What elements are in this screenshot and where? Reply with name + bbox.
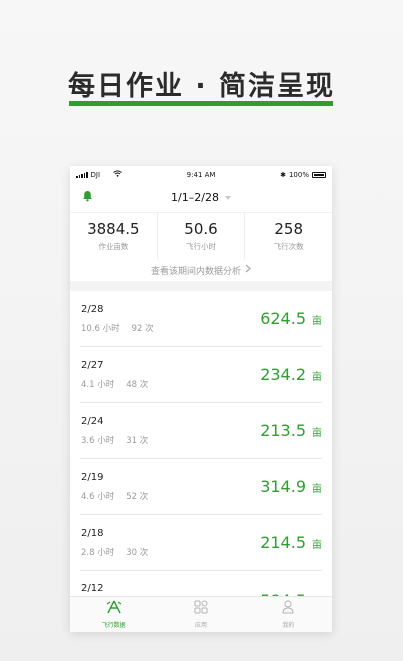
carrier-label: DJI <box>90 170 101 179</box>
promo-title: 每日作业 · 简洁呈现 <box>67 71 336 102</box>
bell-icon[interactable] <box>82 190 93 205</box>
list-item[interactable]: 2/27 4.1 小时 48 次 234.2 亩 <box>80 347 322 403</box>
list-item[interactable]: 2/24 3.6 小时 31 次 213.5 亩 <box>80 403 322 459</box>
record-count: 30 次 <box>126 547 149 558</box>
record-unit: 亩 <box>312 316 322 327</box>
stat-value: 3884.5 <box>87 220 140 238</box>
tab-bar: 飞行数据 应用 我的 <box>70 596 332 632</box>
record-date: 2/28 <box>81 303 104 315</box>
record-date: 2/12 <box>81 583 104 594</box>
record-hours: 4.6 小时 <box>81 491 115 502</box>
promo-underline <box>69 101 333 106</box>
record-count: 48 次 <box>126 379 149 390</box>
record-unit: 亩 <box>312 428 322 439</box>
status-time: 9:41 AM <box>186 170 216 179</box>
battery-percent: 100% <box>288 170 309 179</box>
record-unit: 亩 <box>312 372 322 383</box>
stat-label: 作业亩数 <box>98 242 129 251</box>
record-date: 2/27 <box>81 359 104 371</box>
header: 1/1–2/28 <box>70 183 332 212</box>
battery-icon <box>311 171 326 178</box>
record-area: 214.5 <box>260 533 306 552</box>
record-unit: 亩 <box>312 484 322 495</box>
tab-apps[interactable]: 应用 <box>157 597 244 632</box>
phone-screen: DJI 9:41 AM ✱ 100% 1/1–2/28 3884.5 作业亩数 … <box>70 166 332 632</box>
tab-flight-data[interactable]: 飞行数据 <box>70 597 157 632</box>
record-date: 2/19 <box>81 471 104 483</box>
chevron-right-icon <box>245 264 251 276</box>
stat-hours: 50.6 飞行小时 <box>158 213 246 259</box>
tab-label: 飞行数据 <box>101 622 126 629</box>
record-area: 314.9 <box>260 477 306 496</box>
list-item[interactable]: 2/18 2.8 小时 30 次 214.5 亩 <box>80 515 322 571</box>
analysis-link[interactable]: 查看该期间内数据分析 <box>70 259 332 281</box>
list-item[interactable]: 2/28 10.6 小时 92 次 624.5 亩 <box>80 291 322 347</box>
stat-area: 3884.5 作业亩数 <box>70 213 158 259</box>
summary-stats: 3884.5 作业亩数 50.6 飞行小时 258 飞行次数 <box>70 212 332 259</box>
tab-label: 应用 <box>194 622 207 629</box>
record-hours: 10.6 小时 <box>81 323 120 334</box>
wifi-icon <box>113 170 122 179</box>
apps-grid-icon <box>194 600 208 617</box>
record-area: 624.5 <box>260 309 306 328</box>
signal-icon <box>76 171 88 178</box>
date-range-selector[interactable]: 1/1–2/28 <box>171 191 231 204</box>
drone-data-icon <box>106 600 122 617</box>
status-bar: DJI 9:41 AM ✱ 100% <box>70 166 332 183</box>
list-item[interactable]: 2/19 4.6 小时 52 次 314.9 亩 <box>80 459 322 515</box>
stat-value: 258 <box>274 220 303 238</box>
record-area: 234.2 <box>260 365 306 384</box>
record-unit: 亩 <box>312 540 322 551</box>
record-hours: 2.8 小时 <box>81 547 115 558</box>
record-hours: 3.6 小时 <box>81 435 115 446</box>
record-date: 2/24 <box>81 415 104 427</box>
record-area: 213.5 <box>260 421 306 440</box>
tab-profile[interactable]: 我的 <box>245 597 332 632</box>
section-divider <box>70 281 332 291</box>
chevron-down-icon <box>224 195 231 200</box>
stat-label: 飞行小时 <box>186 242 216 251</box>
record-count: 52 次 <box>126 491 149 502</box>
stat-flights: 258 飞行次数 <box>245 213 332 259</box>
record-hours: 4.1 小时 <box>81 379 115 390</box>
record-date: 2/18 <box>81 527 104 539</box>
stat-label: 飞行次数 <box>273 242 304 251</box>
analysis-link-label: 查看该期间内数据分析 <box>150 266 241 277</box>
daily-records-list: 2/28 10.6 小时 92 次 624.5 亩 2/27 4.1 小时 48 次 … <box>70 291 332 627</box>
profile-icon <box>282 600 294 617</box>
record-count: 31 次 <box>126 435 149 446</box>
date-range-label: 1/1–2/28 <box>171 191 219 204</box>
stat-value: 50.6 <box>184 220 218 238</box>
record-count: 92 次 <box>131 323 154 334</box>
bluetooth-icon: ✱ <box>280 170 286 179</box>
tab-label: 我的 <box>282 622 295 629</box>
